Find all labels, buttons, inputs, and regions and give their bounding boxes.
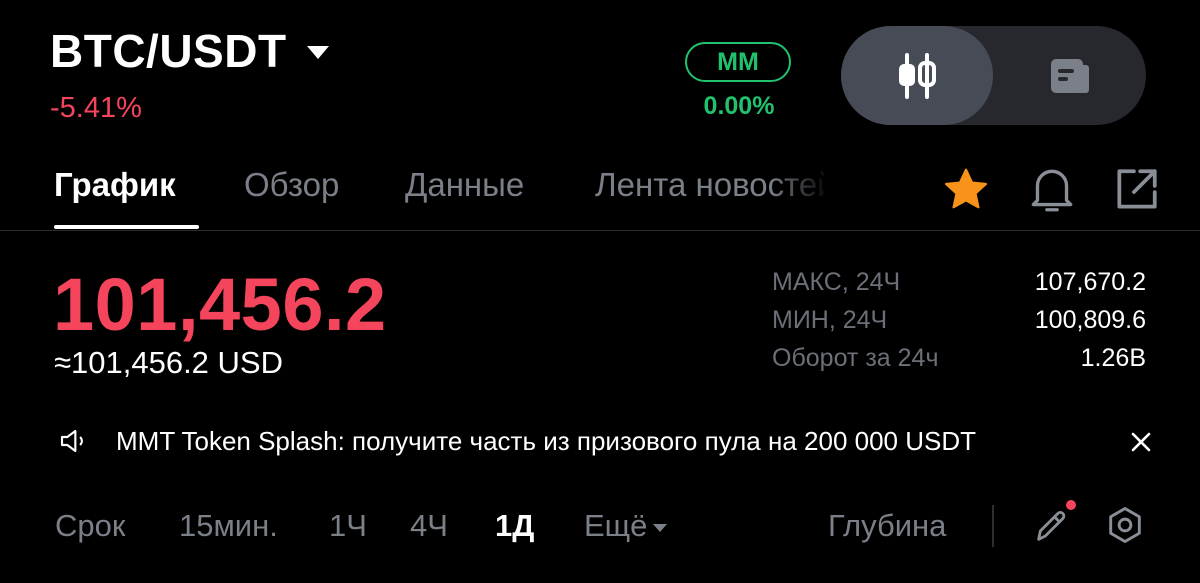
more-label: Ещё (584, 508, 648, 543)
announcement-text: MMT Token Splash: получите часть из приз… (116, 425, 977, 456)
last-price: 101,456.2 (53, 263, 387, 346)
settings-icon (1109, 507, 1141, 543)
stat-value: 107,670.2 (1034, 268, 1146, 296)
depth-button[interactable]: Глубина (828, 508, 946, 544)
view-toggle (841, 26, 1146, 125)
news-icon (1050, 58, 1089, 93)
share-button[interactable] (1108, 162, 1164, 218)
stat-row-volume: Оборот за 24ч 1.26B (772, 344, 1146, 382)
caret-down-icon (306, 45, 329, 59)
stat-value: 1.26B (1080, 344, 1146, 372)
tab-bar: График Обзор Данные Лента новостей (54, 166, 824, 226)
chart-settings-button[interactable] (1100, 500, 1150, 550)
tab-chart[interactable]: График (54, 166, 176, 204)
mm-badge[interactable]: MM (685, 42, 791, 82)
tab-data[interactable]: Данные (405, 166, 524, 204)
draw-tool-button[interactable] (1026, 500, 1078, 552)
price-usd: ≈101,456.2 USD (54, 345, 283, 380)
pair-selector[interactable]: BTC/USDT (50, 24, 329, 78)
mm-label: MM (717, 47, 759, 76)
caret-down-icon (653, 524, 668, 532)
alert-button[interactable] (1024, 162, 1080, 218)
timeframe-label: Срок (55, 508, 126, 543)
timeframe-more-button[interactable]: Ещё (584, 508, 668, 544)
notification-dot (1066, 500, 1076, 510)
timeframe-1d[interactable]: 1Д (495, 508, 534, 544)
active-tab-indicator (54, 225, 199, 229)
favorite-button[interactable] (938, 164, 994, 216)
toolbar-divider (992, 505, 994, 547)
stat-label: МАКС, 24Ч (772, 268, 901, 296)
close-announcement-button[interactable] (1127, 428, 1155, 456)
timeframe-15m[interactable]: 15мин. (179, 508, 278, 544)
speaker-icon (60, 429, 83, 453)
star-icon (944, 168, 988, 209)
stat-row-high: МАКС, 24Ч 107,670.2 (772, 268, 1146, 306)
stats-24h: МАКС, 24Ч 107,670.2 МИН, 24Ч 100,809.6 О… (772, 268, 1146, 382)
close-icon (1131, 432, 1151, 452)
pencil-icon (1037, 511, 1066, 541)
stat-row-low: МИН, 24Ч 100,809.6 (772, 306, 1146, 344)
candlestick-icon (899, 52, 936, 99)
stat-label: Оборот за 24ч (772, 344, 939, 372)
chart-view-button[interactable] (841, 26, 993, 125)
stat-label: МИН, 24Ч (772, 306, 888, 334)
mm-value: 0.00% (703, 92, 775, 120)
timeframe-1h[interactable]: 1Ч (329, 508, 367, 544)
info-view-button[interactable] (993, 26, 1146, 125)
price-change-percent: -5.41% (50, 92, 142, 124)
tab-overview[interactable]: Обзор (244, 166, 339, 204)
bell-icon (1031, 169, 1073, 212)
timeframe-4h[interactable]: 4Ч (410, 508, 448, 544)
stat-value: 100,809.6 (1034, 306, 1146, 334)
share-icon (1117, 169, 1157, 209)
tabs-fade (770, 162, 830, 218)
header-divider (0, 230, 1200, 231)
announcement-banner[interactable]: MMT Token Splash: получите часть из приз… (58, 421, 1153, 461)
pair-title: BTC/USDT (50, 25, 287, 77)
